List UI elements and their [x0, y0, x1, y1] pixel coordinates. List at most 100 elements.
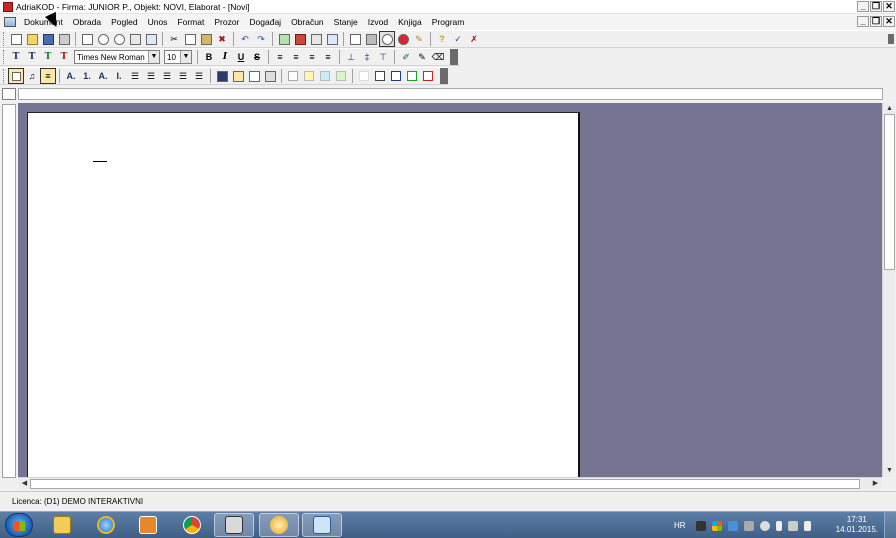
copy-icon[interactable]	[182, 31, 198, 47]
new-document-icon[interactable]	[8, 31, 24, 47]
text-style-2-button[interactable]: T	[24, 49, 40, 65]
document-page[interactable]	[27, 112, 580, 477]
strikethrough-button[interactable]: S	[249, 49, 265, 65]
save-icon[interactable]	[40, 31, 56, 47]
clock[interactable]: 17:31 14.01.2015.	[836, 515, 878, 535]
truck-icon[interactable]	[363, 31, 379, 47]
menu-format[interactable]: Format	[172, 14, 209, 30]
redo-icon[interactable]: ↷	[253, 31, 269, 47]
tray-security-icon[interactable]	[743, 520, 754, 531]
bullet-list-icon[interactable]: ☰	[175, 68, 191, 84]
font-size-select[interactable]: 10 ▼	[164, 50, 192, 64]
indent-list-icon[interactable]: ☰	[159, 68, 175, 84]
show-desktop-button[interactable]	[884, 512, 896, 538]
shade-yellow-icon[interactable]	[301, 68, 317, 84]
spellcheck-icon[interactable]: ✓	[450, 31, 466, 47]
bold-button[interactable]: B	[201, 49, 217, 65]
magnifier-icon[interactable]	[379, 31, 395, 47]
menu-dogadaj[interactable]: Događaj	[244, 14, 286, 30]
undo-icon[interactable]: ↶	[237, 31, 253, 47]
taskbar-adriakod[interactable]	[214, 513, 254, 537]
horizontal-scrollbar[interactable]: ◀ ▶	[18, 477, 882, 489]
brush-icon[interactable]: ✎	[411, 31, 427, 47]
vertical-scroll-thumb[interactable]	[884, 114, 895, 270]
eraser-icon[interactable]: ⌫	[430, 49, 446, 65]
border-none-icon[interactable]	[285, 68, 301, 84]
doc-restore-button[interactable]: ❐	[870, 16, 882, 27]
menu-knjiga[interactable]: Knjiga	[393, 14, 427, 30]
toolbar-options[interactable]	[440, 68, 448, 84]
lines-icon[interactable]: ≡	[40, 68, 56, 84]
border-green-icon[interactable]	[404, 68, 420, 84]
menu-program[interactable]: Program	[427, 14, 470, 30]
close-button[interactable]: ✕	[883, 1, 895, 12]
text-style-1-button[interactable]: T	[8, 49, 24, 65]
restore-button[interactable]: ❐	[870, 1, 882, 12]
refresh-icon[interactable]	[276, 31, 292, 47]
align-right-icon[interactable]: ≡	[304, 49, 320, 65]
minimize-button[interactable]: _	[857, 1, 869, 12]
toolbar-grip[interactable]	[3, 69, 6, 83]
text-style-3-button[interactable]: T	[40, 49, 56, 65]
document-menu-icon[interactable]	[4, 17, 16, 27]
valign-top-icon[interactable]: ⊤	[375, 49, 391, 65]
multilevel-list-icon[interactable]: ☰	[191, 68, 207, 84]
print-icon[interactable]	[56, 31, 72, 47]
tray-display-icon[interactable]	[787, 520, 798, 531]
taskbar-explorer[interactable]	[42, 513, 82, 537]
highlight-icon[interactable]: ✐	[398, 49, 414, 65]
language-indicator[interactable]: HR	[674, 521, 686, 530]
valign-middle-icon[interactable]: ‡	[359, 49, 375, 65]
music-note-icon[interactable]: ♫	[24, 68, 40, 84]
scroll-left-icon[interactable]: ◀	[19, 479, 30, 489]
menu-izvod[interactable]: Izvod	[363, 14, 393, 30]
vertical-ruler[interactable]	[2, 104, 16, 478]
scroll-down-icon[interactable]: ▼	[884, 466, 895, 476]
taskbar-chrome[interactable]	[172, 513, 212, 537]
lifebuoy-icon[interactable]	[395, 31, 411, 47]
table-icon[interactable]	[324, 31, 340, 47]
toolbar-grip[interactable]	[3, 50, 6, 64]
properties-icon[interactable]	[347, 31, 363, 47]
shade-green-icon[interactable]	[333, 68, 349, 84]
page-count-icon[interactable]	[127, 31, 143, 47]
doc-minimize-button[interactable]: _	[857, 16, 869, 27]
list-lower-alpha-button[interactable]: A.	[95, 68, 111, 84]
tray-colorful-icon[interactable]	[711, 520, 722, 531]
scroll-right-icon[interactable]: ▶	[870, 479, 881, 489]
frame-3-icon[interactable]	[246, 68, 262, 84]
tray-speaker-icon[interactable]	[775, 520, 782, 531]
paste-icon[interactable]	[198, 31, 214, 47]
cut-icon[interactable]: ✂	[166, 31, 182, 47]
paragraph-style-icon[interactable]	[8, 68, 24, 84]
tray-network-icon[interactable]	[727, 520, 738, 531]
menu-obracun[interactable]: Obračun	[286, 14, 329, 30]
taskbar-app-2[interactable]	[259, 513, 299, 537]
action-center-flag-icon[interactable]	[803, 520, 811, 531]
find-icon[interactable]	[111, 31, 127, 47]
menu-stanje[interactable]: Stanje	[329, 14, 363, 30]
justify-icon[interactable]: ≡	[320, 49, 336, 65]
border-red-icon[interactable]	[420, 68, 436, 84]
shade-cyan-icon[interactable]	[317, 68, 333, 84]
outline-list-icon[interactable]: ☰	[143, 68, 159, 84]
toolbar-options[interactable]	[450, 49, 458, 65]
border-black-icon[interactable]	[372, 68, 388, 84]
frame-4-icon[interactable]	[262, 68, 278, 84]
text-style-4-button[interactable]: T	[56, 49, 72, 65]
menu-prozor[interactable]: Prozor	[209, 14, 244, 30]
taskbar-internet-explorer[interactable]	[86, 513, 126, 537]
zoom-icon[interactable]	[95, 31, 111, 47]
tray-power-icon[interactable]	[759, 520, 770, 531]
help-icon[interactable]: ?	[434, 31, 450, 47]
underline-button[interactable]: U	[233, 49, 249, 65]
doc-close-button[interactable]: ✕	[883, 16, 895, 27]
frame-2-icon[interactable]	[230, 68, 246, 84]
tray-app-icon[interactable]	[695, 520, 706, 531]
vertical-scrollbar[interactable]: ▲ ▼	[882, 103, 895, 477]
menu-pogled[interactable]: Pogled	[106, 14, 142, 30]
menu-unos[interactable]: Unos	[143, 14, 173, 30]
envelope-icon[interactable]	[308, 31, 324, 47]
border-faint-icon[interactable]	[356, 68, 372, 84]
pen-icon[interactable]: ✎	[414, 49, 430, 65]
